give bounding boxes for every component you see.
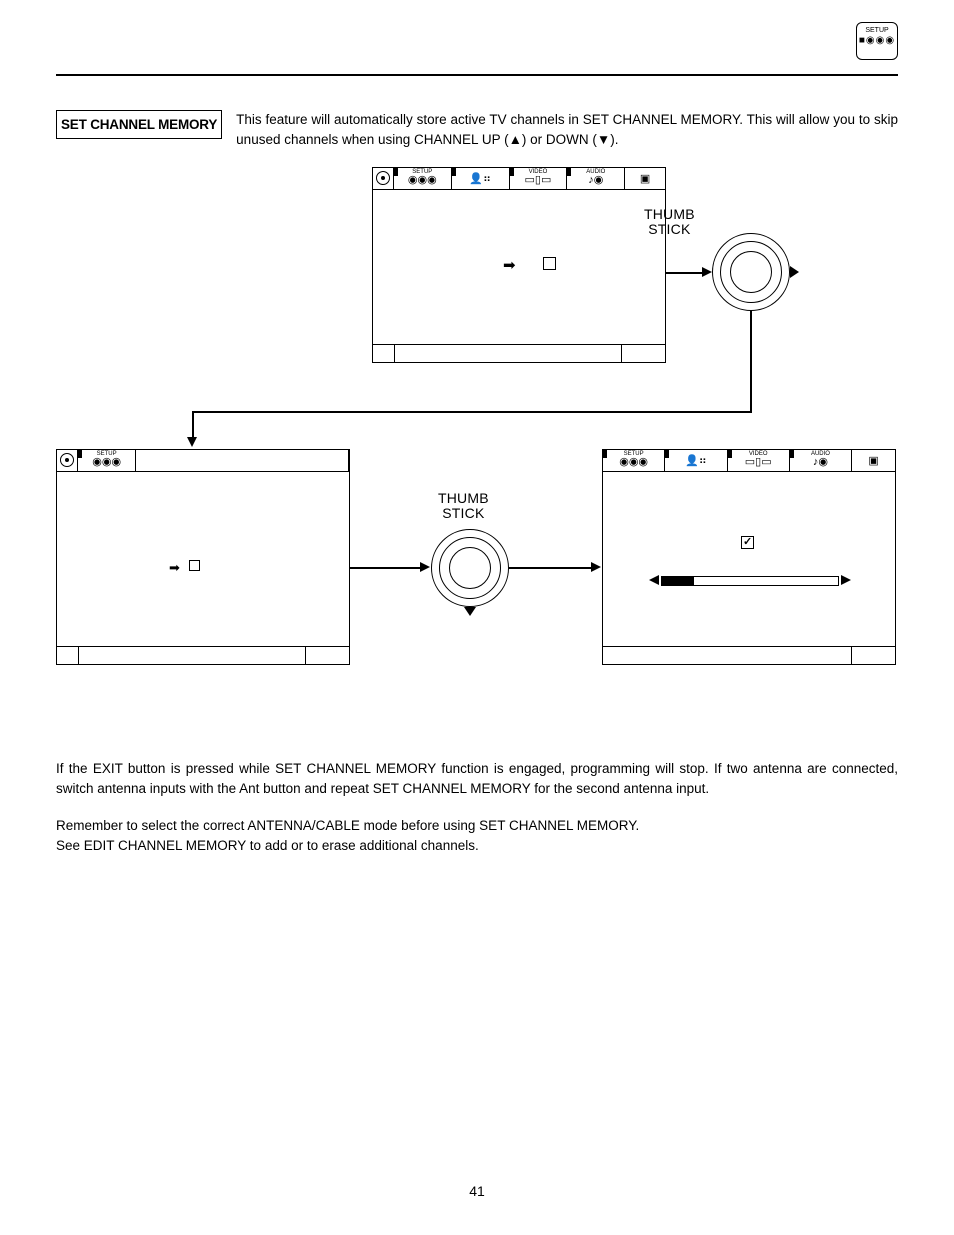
arrow-down-icon [187,437,197,447]
arrow-right-icon: ➡ [503,256,516,274]
menu-screen-3: SETUP◉◉◉ 👤⠶ VIDEO▭▯▭ AUDIO♪◉ ▣ [602,449,896,665]
setup-icon: ◉◉◉ [603,457,664,468]
screen3-tab-person: 👤⠶ [665,450,727,471]
header-setup-label: SETUP [865,27,888,34]
connector-line [350,567,422,569]
screen1-checkbox [543,257,556,270]
screen2-tab-blank [136,450,349,471]
screen3-body [603,472,895,646]
extra-icon: ▣ [852,456,895,467]
audio-icon: ♪◉ [790,457,851,468]
screen2-footer [57,646,349,664]
screen2-checkbox [189,560,200,571]
screen3-tab-video: VIDEO▭▯▭ [728,450,790,471]
thumbstick-icon-1 [712,233,790,311]
screen3-footer [603,646,895,664]
thumbstick-label-1: THUMB STICK [644,207,695,236]
page-number: 41 [0,1183,954,1199]
screen2-eye-tab [57,450,78,471]
menu-screen-2: SETUP◉◉◉ ➡ [56,449,350,665]
follow-paragraph-1: If the EXIT button is pressed while SET … [56,759,898,798]
thumbstick-label-2: THUMB STICK [438,491,489,520]
connector-line [666,272,704,274]
screen1-tab-person: 👤⠶ [452,168,510,189]
screen2-tab-setup: SETUP◉◉◉ [78,450,136,471]
follow-line-2a: Remember to select the correct ANTENNA/C… [56,818,639,833]
screen3-tab-audio: AUDIO♪◉ [790,450,852,471]
person-icon: 👤⠶ [452,174,509,185]
video-icon: ▭▯▭ [510,175,567,186]
connector-line [750,311,752,411]
screen3-checkbox-checked [741,536,754,549]
arrow-right-icon [420,562,430,572]
screen3-tabs: SETUP◉◉◉ 👤⠶ VIDEO▭▯▭ AUDIO♪◉ ▣ [603,450,895,472]
screen1-tab-video: VIDEO▭▯▭ [510,168,568,189]
progress-fill [662,577,694,585]
setup-icon: ◉◉◉ [78,457,135,468]
setup-icon: ◉◉◉ [394,175,451,186]
arrow-right-icon [702,267,712,277]
header-setup-icon: SETUP ■◉◉◉ [856,22,898,60]
screen1-tab-extra: ▣ [625,168,665,189]
header-rule [56,74,898,76]
screen1-footer [373,344,665,362]
audio-icon: ♪◉ [567,175,624,186]
menu-screen-1: SETUP◉◉◉ 👤⠶ VIDEO▭▯▭ AUDIO♪◉ ▣ ➡ [372,167,666,363]
diagram-area: SETUP◉◉◉ 👤⠶ VIDEO▭▯▭ AUDIO♪◉ ▣ ➡ THUMB S… [56,167,898,737]
screen1-body: ➡ [373,190,665,344]
screen2-body: ➡ [57,472,349,646]
setup-icon-dots: ■◉◉◉ [857,36,897,46]
screen3-tab-extra: ▣ [852,450,895,471]
arrow-right-icon [591,562,601,572]
person-icon: 👤⠶ [665,456,726,467]
section-title: SET CHANNEL MEMORY [61,117,217,132]
progress-left-arrow-icon [649,575,659,585]
screen3-tab-setup: SETUP◉◉◉ [603,450,665,471]
connector-line [192,411,194,439]
screen1-eye-tab [373,168,394,189]
screen1-tab-setup: SETUP◉◉◉ [394,168,452,189]
screen2-tabs: SETUP◉◉◉ [57,450,349,472]
connector-line [192,411,752,413]
section-title-box: SET CHANNEL MEMORY [56,110,222,139]
arrow-right-icon: ➡ [169,560,180,576]
intro-paragraph: This feature will automatically store ac… [236,110,898,149]
screen1-tabs: SETUP◉◉◉ 👤⠶ VIDEO▭▯▭ AUDIO♪◉ ▣ [373,168,665,190]
thumbstick-icon-2 [431,529,509,607]
extra-icon: ▣ [625,174,665,185]
progress-bar [661,576,839,586]
follow-line-2b: See EDIT CHANNEL MEMORY to add or to era… [56,838,479,853]
connector-line [509,567,593,569]
screen1-tab-audio: AUDIO♪◉ [567,168,625,189]
progress-right-arrow-icon [841,575,851,585]
video-icon: ▭▯▭ [728,457,789,468]
follow-paragraph-2: Remember to select the correct ANTENNA/C… [56,816,898,855]
